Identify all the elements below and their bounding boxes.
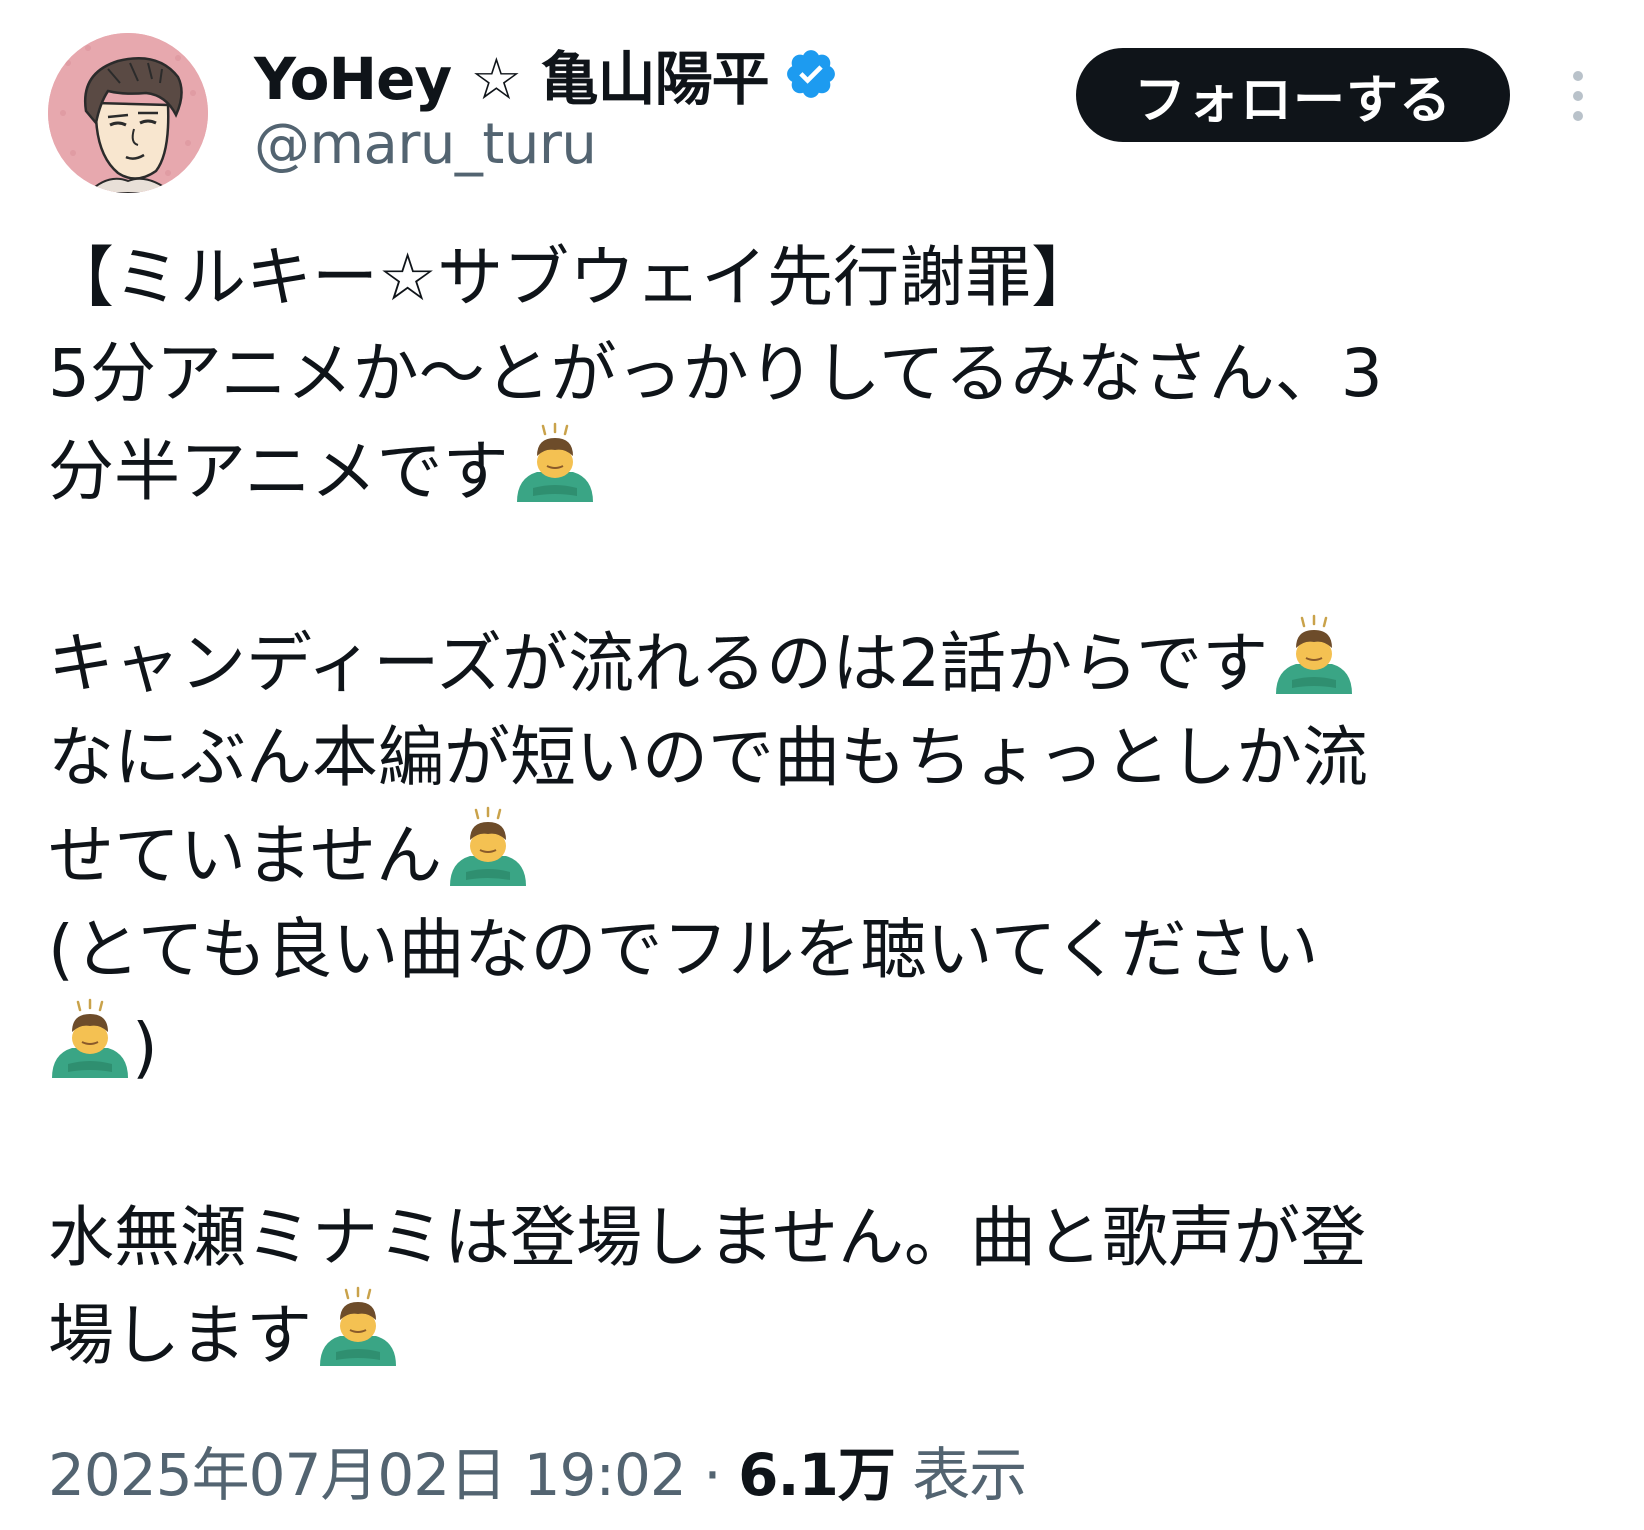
meta-separator: · bbox=[703, 1441, 721, 1509]
tweet-card: YoHey ☆ 亀山陽平 @maru_turu フォローする 【ミルキー☆サブウ… bbox=[0, 0, 1644, 1530]
tweet-line: 場します bbox=[48, 1286, 1608, 1382]
avatar[interactable] bbox=[48, 33, 208, 193]
person-bowing-emoji bbox=[48, 998, 132, 1082]
tweet-line: 水無瀬ミナミは登場しません。曲と歌声が登 bbox=[48, 1199, 1367, 1276]
more-vertical-icon[interactable] bbox=[1558, 66, 1598, 126]
tweet-line: せていません bbox=[48, 806, 1608, 902]
person-bowing-emoji bbox=[316, 1286, 400, 1370]
person-bowing-emoji bbox=[446, 806, 530, 890]
person-bowing-emoji bbox=[1272, 614, 1356, 698]
user-handle[interactable]: @maru_turu bbox=[254, 112, 597, 177]
view-label: 表示 bbox=[912, 1441, 1027, 1509]
tweet-line: なにぶん本編が短いので曲もちょっとしか流 bbox=[48, 719, 1368, 796]
tweet-line: ) bbox=[48, 998, 1608, 1094]
display-name[interactable]: YoHey ☆ 亀山陽平 bbox=[254, 32, 770, 116]
tweet-line: 5分アニメか〜とがっかりしてるみなさん、3 bbox=[48, 335, 1383, 412]
follow-button[interactable]: フォローする bbox=[1076, 48, 1510, 142]
view-count: 6.1万 bbox=[738, 1441, 896, 1509]
tweet-line: 分半アニメです bbox=[48, 422, 1608, 518]
avatar-illustration bbox=[48, 33, 208, 193]
verified-badge-icon bbox=[783, 46, 839, 102]
tweet-line: (とても良い曲なのでフルを聴いてください bbox=[48, 911, 1319, 988]
tweet-text: 【ミルキー☆サブウェイ先行謝罪】 5分アニメか〜とがっかりしてるみなさん、3 分… bbox=[48, 230, 1608, 1382]
person-bowing-emoji bbox=[513, 422, 597, 506]
author-name-row: YoHey ☆ 亀山陽平 bbox=[254, 36, 839, 113]
tweet-line: 【ミルキー☆サブウェイ先行謝罪】 bbox=[48, 239, 1098, 316]
timestamp[interactable]: 2025年07月02日 19:02 bbox=[48, 1441, 687, 1509]
tweet-line: キャンディーズが流れるのは2話からです bbox=[48, 614, 1608, 710]
tweet-meta: 2025年07月02日 19:02 · 6.1万 表示 bbox=[48, 1428, 1027, 1512]
